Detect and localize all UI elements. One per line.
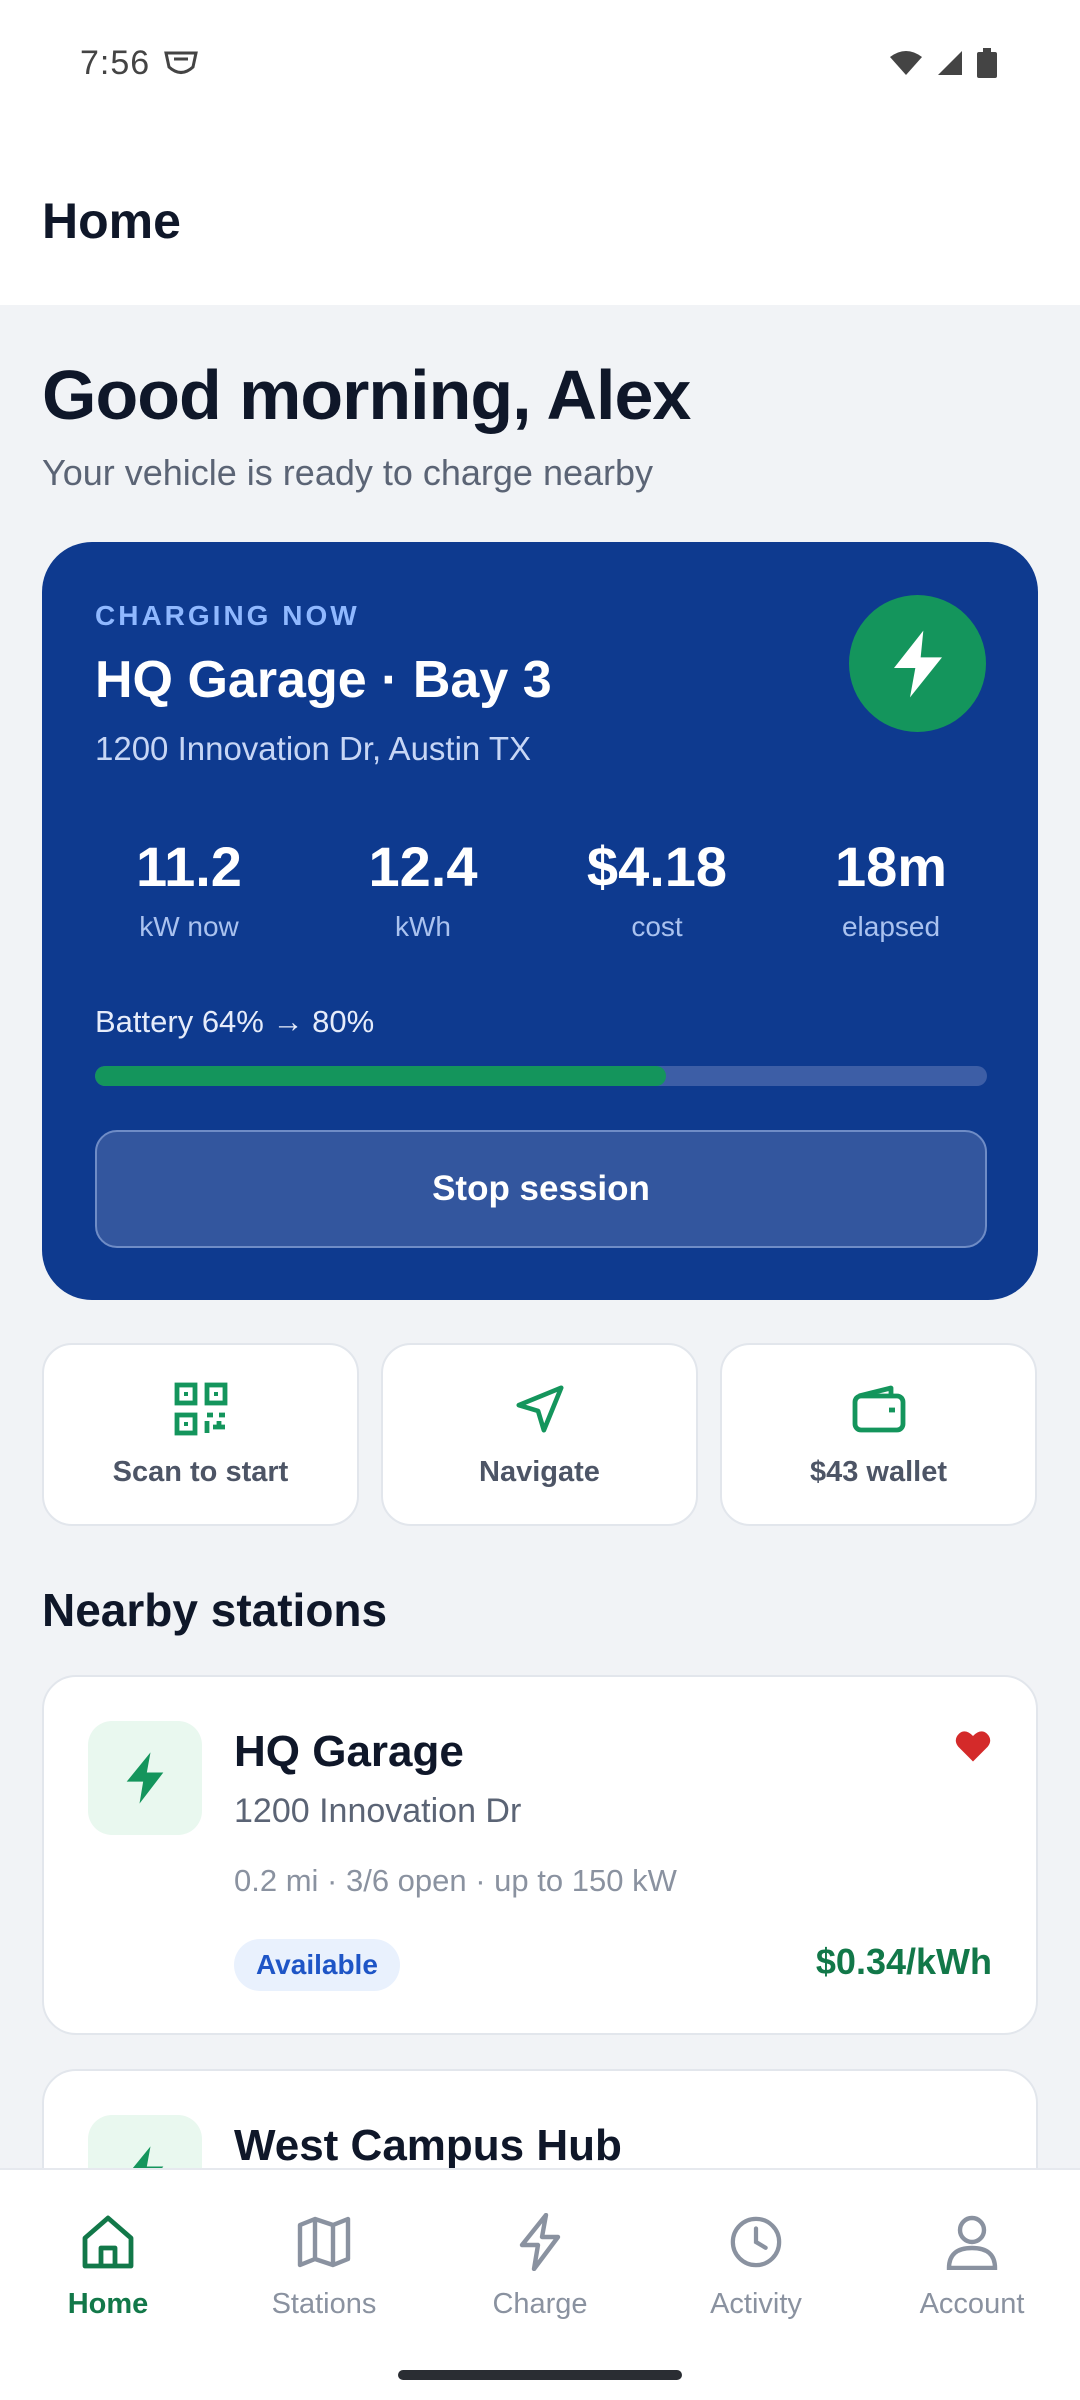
battery-progress-bar [95,1066,987,1086]
nav-charge[interactable]: Charge [432,2210,648,2321]
stat-value: 18m [834,835,948,898]
nav-home[interactable]: Home [0,2210,216,2321]
navigate-button[interactable]: Navigate [381,1343,698,1526]
section-title-nearby: Nearby stations [42,1584,388,1636]
nav-label: Home [67,2288,149,2320]
stat-value: 11.2 [136,835,242,898]
action-label: Navigate [479,1456,600,1488]
stat-power: 11.2 kW now [72,834,306,943]
station-card[interactable]: HQ Garage 1200 Innovation Dr 0.2 mi · 3/… [42,1675,1038,2035]
status-bar: 7:56 [0,0,1080,130]
shield-icon [164,50,198,83]
wallet-button[interactable]: $43 wallet [720,1343,1037,1526]
charging-status-label: CHARGING NOW [95,600,360,631]
scan-to-start-button[interactable]: Scan to start [42,1343,359,1526]
app-bar: Home [0,130,1080,305]
station-meta: 0.2 mi · 3/6 open · up to 150 kW [234,1863,677,1898]
nav-label: Activity [710,2288,802,2320]
signal-icon [936,49,964,82]
nav-activity[interactable]: Activity [648,2210,864,2321]
bolt-icon [518,2210,562,2274]
session-station-name: HQ Garage · Bay 3 [95,651,552,709]
charging-session-card: CHARGING NOW HQ Garage · Bay 3 1200 Inno… [42,542,1038,1300]
battery-icon [976,48,998,83]
stat-label: kWh [395,911,451,942]
session-stats: 11.2 kW now 12.4 kWh $4.18 cost 18m elap… [72,834,1008,943]
stat-elapsed: 18m elapsed [774,834,1008,943]
status-icons [888,48,998,83]
stat-label: elapsed [841,911,941,942]
stat-value: 12.4 [368,835,478,898]
stop-session-button[interactable]: Stop session [95,1130,987,1248]
quick-actions: Scan to start Navigate $43 wallet [42,1343,1038,1526]
gesture-handle [398,2370,682,2380]
bolt-icon [88,1721,202,1835]
station-address: 1200 Innovation Dr [234,1792,522,1830]
stat-label: kW now [139,911,239,942]
stat-cost: $4.18 cost [540,834,774,943]
action-label: $43 wallet [809,1456,948,1488]
wallet-icon [851,1380,907,1438]
greeting-subtitle: Your vehicle is ready to charge nearby [42,452,654,493]
home-icon [79,2210,137,2274]
nav-account[interactable]: Account [864,2210,1080,2321]
map-icon [296,2210,352,2274]
bolt-icon [849,595,986,732]
nav-label: Account [919,2288,1025,2320]
clock-icon [729,2210,783,2274]
status-badge: Available [234,1939,400,1991]
person-icon [945,2210,999,2274]
station-name: West Campus Hub [234,2121,622,2170]
stat-label: cost [631,911,683,942]
wifi-icon [888,49,924,82]
qr-code-icon [173,1380,229,1438]
nav-label: Charge [492,2288,588,2320]
nav-label: Stations [271,2288,377,2320]
station-price: $0.34/kWh [815,1941,992,1982]
station-name: HQ Garage [234,1727,464,1776]
session-station-address: 1200 Innovation Dr, Austin TX [95,730,532,767]
action-label: Scan to start [112,1456,289,1488]
battery-progress-fill [95,1066,666,1086]
navigation-arrow-icon [513,1380,567,1438]
stat-energy: 12.4 kWh [306,834,540,943]
battery-label: Battery 64% → 80% [95,1004,375,1039]
nav-stations[interactable]: Stations [216,2210,432,2321]
stat-value: $4.18 [586,835,728,898]
page-title: Home [42,193,181,249]
status-time: 7:56 [80,44,151,82]
favorite-heart-icon[interactable] [954,1729,992,1768]
bottom-navigation: Home Stations Charge Activity Account [0,2168,1080,2400]
greeting-title: Good morning, Alex [42,356,691,434]
